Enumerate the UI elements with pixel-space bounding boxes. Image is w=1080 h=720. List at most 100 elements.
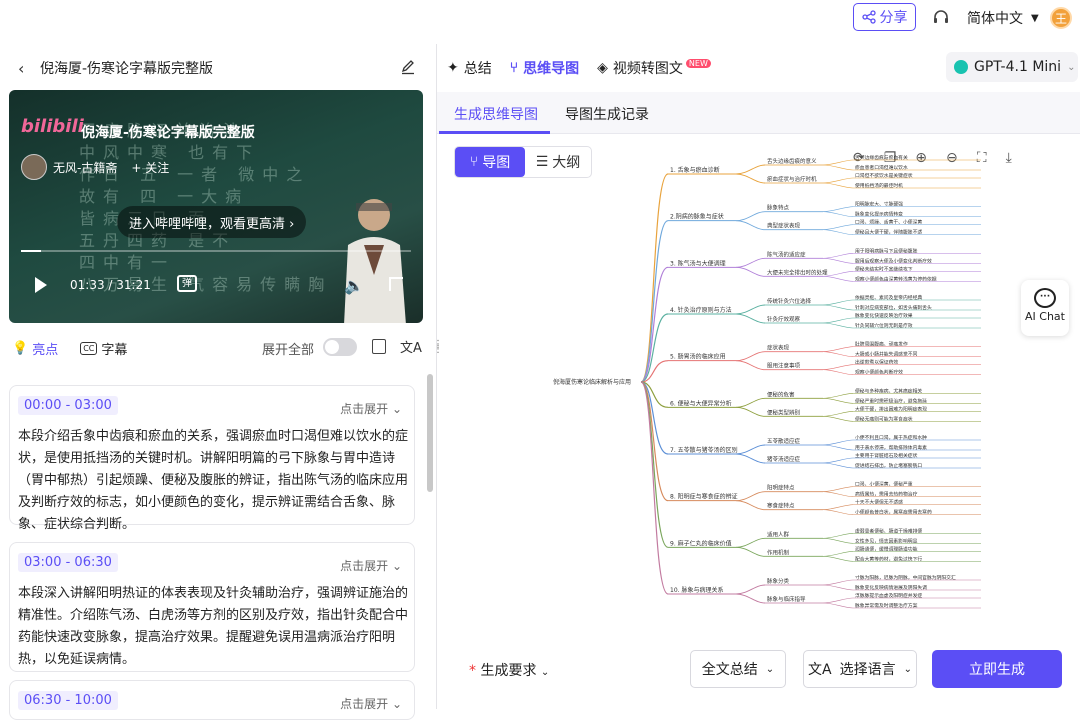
- share-button[interactable]: 分享: [853, 3, 916, 31]
- headset-icon[interactable]: [932, 8, 950, 26]
- chevron-down-icon: ⌄: [903, 663, 912, 675]
- language-selector[interactable]: 简体中文 ▼: [967, 8, 1039, 28]
- generate-bar: * 生成要求 ⌄ 全文总结 ⌄ 文A 选择语言 ⌄ 立即生成: [437, 638, 1080, 709]
- mindmap-edge: [735, 593, 766, 604]
- mindmap-edge: [822, 491, 854, 497]
- mindmap-edge: [822, 509, 854, 515]
- model-selector[interactable]: GPT-4.1 Mini ⌄: [946, 52, 1078, 82]
- mindmap-node: 便秘的危害: [767, 390, 795, 398]
- ai-panel: ✦ 总结 ⑂ 思维导图 ◈ 视频转图文 NEW GPT-4.1 Mini ⌄ 生…: [437, 44, 1080, 709]
- tab-video-to-article-label: 视频转图文: [612, 61, 683, 77]
- mindmap-edge: [822, 177, 854, 184]
- danmaku-icon[interactable]: 弹: [177, 275, 197, 292]
- generate-button[interactable]: 立即生成: [932, 650, 1062, 688]
- mindmap-edge: [735, 453, 766, 464]
- mindmap-edge: [735, 397, 766, 408]
- progress-bar[interactable]: [21, 250, 411, 252]
- card-unfold[interactable]: 点击展开 ⌄: [340, 557, 402, 574]
- mindmap-edge: [735, 500, 766, 511]
- mindmap-edge: [640, 220, 669, 383]
- share-label: 分享: [879, 10, 908, 26]
- mindmap-branch: 9. 麻子仁丸的临床价值: [670, 539, 732, 547]
- tab-subtitles[interactable]: CC 字幕: [80, 339, 127, 358]
- copy-icon[interactable]: [372, 339, 386, 354]
- ai-chat-button[interactable]: ··· AI Chat: [1021, 280, 1069, 336]
- avatar[interactable]: 王: [1050, 7, 1072, 29]
- expand-all-toggle[interactable]: [323, 338, 357, 356]
- mindmap-edge: [822, 322, 854, 329]
- lightbulb-icon: 💡: [12, 340, 29, 356]
- blackboard-line: 故有 四 一大病: [79, 187, 250, 206]
- mindmap-node: 五苓散适应症: [767, 437, 801, 445]
- mindmap-edge: [822, 486, 854, 492]
- subtab-history[interactable]: 导图生成记录: [565, 104, 649, 124]
- mindmap-node: 适用人群: [767, 530, 790, 538]
- card-unfold[interactable]: 点击展开 ⌄: [340, 695, 402, 712]
- mindmap-node: 脉象与临床指导: [767, 595, 806, 603]
- download-icon[interactable]: ⤓: [1006, 150, 1012, 166]
- mindmap-edge: [735, 313, 766, 324]
- mindmap-edge: [822, 533, 854, 539]
- mindmap-node: 寒食症特点: [767, 502, 795, 510]
- summary-mode-select[interactable]: 全文总结 ⌄: [690, 650, 786, 688]
- card-unfold[interactable]: 点击展开 ⌄: [340, 400, 402, 417]
- mindmap-edge: [822, 597, 854, 604]
- back-icon[interactable]: ‹: [18, 59, 34, 78]
- mindmap-subtabs: 生成思维导图 导图生成记录: [437, 92, 1080, 134]
- play-icon[interactable]: [35, 277, 47, 293]
- chevron-down-icon: ⌄: [1067, 61, 1076, 73]
- video-panel: ‹ 倪海厦-伤寒论字幕版完整版 下病脉证并治法 中风中寒 也有下 作日 五 一者 微…: [0, 44, 436, 720]
- mindmap-edge: [822, 258, 854, 264]
- card-time[interactable]: 00:00 - 03:00: [18, 396, 118, 415]
- generation-requirements[interactable]: * 生成要求 ⌄: [469, 660, 549, 680]
- content-tabs: 💡 亮点 CC 字幕 展开全部 文A: [12, 337, 430, 359]
- mindmap-branch: 6. 便秘与大便异常分析: [670, 399, 732, 407]
- mindmap-icon: ⑂: [509, 60, 519, 76]
- mindmap-edge: [735, 491, 766, 502]
- edit-icon[interactable]: [400, 59, 416, 75]
- tab-video-to-article[interactable]: ◈ 视频转图文 NEW: [597, 58, 711, 78]
- mindmap-branch: 1. 舌象与瘀血诊断: [670, 166, 720, 174]
- mindmap-edge: [735, 173, 766, 184]
- open-bilibili-prompt[interactable]: 进入哔哩哔哩，观看更高清 ›: [117, 206, 307, 238]
- mindmap-edge: [735, 257, 766, 268]
- required-asterisk: *: [469, 663, 476, 679]
- requirement-label: 生成要求: [480, 663, 537, 679]
- mindmap-edge: [735, 211, 766, 222]
- mindmap-canvas[interactable]: ⑂ 导图 ☰ 大纲 ⟳ ❐ ⊕ ⊖ ⛶ ⤓ 倪海厦伤寒论临床解析与应用 1. 舌象与瘀…: [443, 140, 1071, 638]
- translate-icon[interactable]: 文A: [400, 337, 422, 356]
- mindmap-edge: [640, 313, 669, 383]
- fullscreen-icon[interactable]: [389, 277, 403, 291]
- tab-summary[interactable]: ✦ 总结: [447, 58, 492, 78]
- mindmap-node: 猪苓汤适应症: [767, 455, 801, 463]
- mindmap-edge: [822, 317, 854, 324]
- convert-icon: ◈: [597, 60, 608, 76]
- mindmap-edge: [822, 299, 854, 306]
- mindmap-edge: [735, 406, 766, 417]
- mindmap-edge: [822, 462, 854, 469]
- summary-card: 06:30 - 10:00 点击展开 ⌄: [9, 680, 415, 720]
- language-select[interactable]: 文A 选择语言 ⌄: [803, 650, 917, 688]
- mindmap-node: 典型症状表现: [767, 222, 801, 230]
- mindmap-edge: [822, 457, 854, 464]
- subtab-generate[interactable]: 生成思维导图: [454, 104, 538, 124]
- card-time[interactable]: 03:00 - 06:30: [18, 553, 118, 572]
- mindmap-graph: 倪海厦伤寒论临床解析与应用1. 舌象与瘀血诊断舌头边缘齿痕的意义舌头边缘齿痕与瘀…: [553, 154, 981, 609]
- cc-icon: CC: [80, 341, 98, 355]
- volume-icon[interactable]: 🔈: [344, 276, 364, 295]
- mindmap-branch: 3. 陈气汤与大便调理: [670, 259, 726, 267]
- tab-mindmap[interactable]: ⑂ 思维导图: [510, 58, 579, 78]
- mindmap-edge: [640, 381, 669, 595]
- mindmap-edge: [822, 538, 854, 544]
- mindmap-edge: [735, 444, 766, 455]
- mindmap-edge: [822, 182, 854, 189]
- mindmap-edge: [822, 346, 854, 352]
- summary-card: 03:00 - 06:30 点击展开 ⌄ 本段深入讲解阳明热证的体表表现及针灸辅…: [9, 542, 415, 672]
- view-map-button[interactable]: ⑂ 导图: [455, 147, 525, 177]
- card-time[interactable]: 06:30 - 10:00: [18, 691, 118, 710]
- follow-button[interactable]: + 关注: [131, 159, 169, 176]
- video-player[interactable]: 下病脉证并治法 中风中寒 也有下 作日 五 一者 微中之 故有 四 一大病 皆病三日 而…: [9, 90, 423, 323]
- tab-highlights[interactable]: 💡 亮点: [12, 339, 58, 358]
- mindmap-node: 服用注意事项: [767, 362, 801, 370]
- scrollbar[interactable]: [427, 374, 433, 492]
